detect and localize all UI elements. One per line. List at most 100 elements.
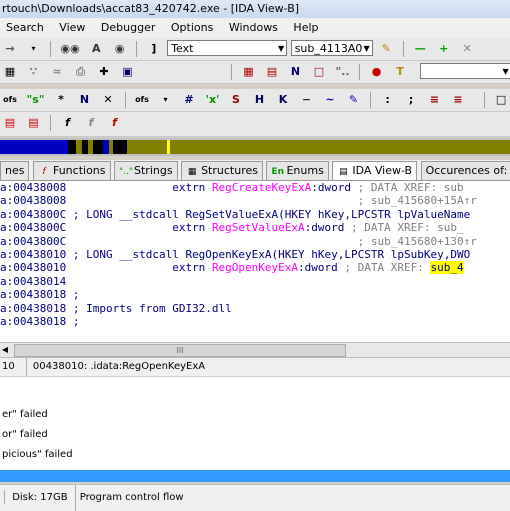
undefine-icon[interactable]: ✕ bbox=[99, 92, 117, 108]
table-icon[interactable]: ▣ bbox=[119, 64, 137, 80]
func-end-icon[interactable]: f bbox=[106, 115, 124, 131]
chart-icon[interactable]: □ bbox=[492, 92, 510, 108]
function-combo[interactable]: sub_4113A0 ▼ bbox=[290, 40, 373, 56]
s-icon[interactable]: S bbox=[227, 92, 245, 108]
command-line-bar[interactable] bbox=[0, 470, 510, 482]
navigation-band[interactable] bbox=[0, 138, 510, 156]
minus2-icon[interactable]: − bbox=[298, 92, 316, 108]
name-icon[interactable]: N bbox=[287, 64, 305, 80]
horizontal-scrollbar[interactable]: ◀ III bbox=[0, 342, 510, 357]
dropdown2-icon[interactable]: ▾ bbox=[157, 92, 175, 108]
code-line[interactable]: a:0043800C ; LONG __stdcall RegSetValueE… bbox=[0, 208, 510, 221]
close-icon[interactable]: ✕ bbox=[458, 41, 476, 57]
output-line: er" failed bbox=[2, 409, 48, 420]
code-line[interactable]: a:00438010 ; LONG __stdcall RegOpenKeyEx… bbox=[0, 248, 510, 261]
offset2-icon[interactable]: ofs bbox=[133, 92, 151, 108]
data-icon[interactable]: ▤ bbox=[263, 64, 281, 80]
output-line: picious" failed bbox=[2, 449, 73, 460]
code-line[interactable]: a:00438018 ; Imports from GDI32.dll bbox=[0, 302, 510, 315]
func-icon[interactable]: f bbox=[59, 115, 77, 131]
import-name[interactable]: RegSetValueExA bbox=[212, 221, 305, 234]
quote-icon[interactable]: ".. bbox=[334, 64, 352, 80]
menu-windows[interactable]: Windows bbox=[223, 18, 284, 34]
code-line[interactable]: a:00438014 bbox=[0, 275, 510, 288]
code-text: extrn RegCreateKeyExA:dword ; DATA XREF:… bbox=[66, 181, 464, 194]
disassembly-view[interactable]: a:00438008 extrn RegCreateKeyExA:dword ;… bbox=[0, 181, 510, 342]
output-window[interactable]: er" failed or" failed picious" failed bbox=[0, 377, 510, 470]
k-icon[interactable]: K bbox=[274, 92, 292, 108]
semicolon-icon[interactable]: ; bbox=[402, 92, 420, 108]
h-icon[interactable]: H bbox=[251, 92, 269, 108]
repeat-icon[interactable]: ≡ bbox=[449, 92, 467, 108]
wrench-icon[interactable]: ✚ bbox=[95, 64, 113, 80]
strings-icon: ".." bbox=[119, 167, 134, 177]
code-line[interactable]: a:0043800C extrn RegSetValueExA:dword ; … bbox=[0, 221, 510, 234]
location-status: 10 00438010: .idata:RegOpenKeyExA bbox=[0, 357, 510, 376]
string-icon[interactable]: □ bbox=[310, 64, 328, 80]
code-line[interactable]: a:00438008 extrn RegCreateKeyExA:dword ;… bbox=[0, 181, 510, 194]
function-icon: f bbox=[42, 167, 46, 177]
import-name[interactable]: RegOpenKeyExA bbox=[212, 261, 298, 274]
hex-icon[interactable]: ∵ bbox=[25, 64, 43, 80]
tab-functions[interactable]: f Functions bbox=[32, 161, 111, 180]
forward-arrow-icon[interactable]: → bbox=[1, 41, 19, 57]
code-icon[interactable]: ▦ bbox=[240, 64, 258, 80]
import-name[interactable]: RegCreateKeyExA bbox=[212, 181, 311, 194]
code-line[interactable]: a:00438010 extrn RegOpenKeyExA:dword ; D… bbox=[0, 261, 510, 275]
tab-structures[interactable]: ▦ Structures bbox=[181, 161, 263, 180]
search-text-icon[interactable]: A bbox=[87, 41, 105, 57]
name2-icon[interactable]: N bbox=[76, 92, 94, 108]
tab-strings[interactable]: ".."Strings bbox=[114, 161, 178, 180]
minus-icon[interactable]: — bbox=[411, 41, 429, 57]
toolbar-third: ofs "s" * N ✕ ofs ▾ # 'x' S H K − ~ ✎ : … bbox=[0, 89, 510, 112]
toolbar-fourth: ▤ ▤ f f f bbox=[0, 112, 510, 137]
menu-search[interactable]: Search bbox=[0, 18, 50, 34]
segment-icon[interactable]: "s" bbox=[25, 92, 47, 108]
tilde-icon[interactable]: ~ bbox=[321, 92, 339, 108]
comment-icon[interactable]: ≡ bbox=[426, 92, 444, 108]
colon-icon[interactable]: : bbox=[379, 92, 397, 108]
link-icon[interactable]: ≈ bbox=[48, 64, 66, 80]
menu-view[interactable]: View bbox=[53, 18, 91, 34]
navigation-band-graphic bbox=[0, 140, 510, 154]
code-line[interactable]: a:00438008 ; sub_415680+15A↑r bbox=[0, 194, 510, 207]
xref-highlight[interactable]: sub_4 bbox=[430, 261, 464, 275]
code-line[interactable]: a:00438018 ; bbox=[0, 315, 510, 328]
segment-combo[interactable]: ▼ bbox=[419, 63, 510, 79]
tab-enums[interactable]: En Enums bbox=[266, 161, 329, 180]
mode-combo[interactable]: Text ▼ bbox=[167, 40, 288, 56]
code-line[interactable]: a:0043800C ; sub_415680+130↑r bbox=[0, 235, 510, 248]
hash-icon[interactable]: # bbox=[180, 92, 198, 108]
structures-icon: ▦ bbox=[187, 167, 197, 177]
char-icon[interactable]: 'x' bbox=[204, 92, 222, 108]
bottom-status-bar: Disk: 17GB Program control flow bbox=[0, 484, 510, 511]
pen-icon[interactable]: ✎ bbox=[345, 92, 363, 108]
scroll-thumb[interactable]: III bbox=[14, 344, 346, 357]
binoculars-icon[interactable]: ◉◉ bbox=[59, 41, 82, 57]
offset-icon[interactable]: ofs bbox=[1, 92, 19, 108]
struct2-icon[interactable]: ▤ bbox=[25, 115, 43, 131]
print-icon[interactable]: ⎙ bbox=[72, 64, 90, 80]
goto-icon[interactable]: ] bbox=[145, 41, 163, 57]
func-edit-icon[interactable]: f bbox=[82, 115, 100, 131]
disk-status: Disk: 17GB bbox=[12, 492, 68, 503]
search-next-icon[interactable]: ◉ bbox=[111, 41, 129, 57]
window-title: rtouch\Downloads\accat83_420742.exe - [I… bbox=[0, 0, 510, 18]
pin-icon[interactable]: ● bbox=[368, 64, 386, 80]
tab-bar: nes f Functions ".."Strings ▦ Structures E… bbox=[0, 160, 510, 181]
menu-debugger[interactable]: Debugger bbox=[95, 18, 161, 34]
tab-occurences[interactable]: Occurences of: RegOpenKey bbox=[420, 161, 510, 180]
scroll-left-icon[interactable]: ◀ bbox=[0, 345, 10, 355]
plus-icon[interactable]: + bbox=[435, 41, 453, 57]
struct-icon[interactable]: ▤ bbox=[1, 115, 19, 131]
brush-icon[interactable]: ✎ bbox=[377, 41, 395, 57]
star-icon[interactable]: * bbox=[52, 92, 70, 108]
tab-names[interactable]: nes bbox=[0, 161, 30, 180]
menu-help[interactable]: Help bbox=[287, 18, 324, 34]
code-line[interactable]: a:00438018 ; bbox=[0, 288, 510, 301]
type-icon[interactable]: T bbox=[391, 64, 409, 80]
menu-options[interactable]: Options bbox=[165, 18, 219, 34]
grid-icon[interactable]: ▦ bbox=[1, 64, 19, 80]
tab-ida-view-b[interactable]: ▤ IDA View-B bbox=[332, 161, 418, 180]
dropdown-arrow-icon[interactable]: ▾ bbox=[25, 41, 43, 57]
